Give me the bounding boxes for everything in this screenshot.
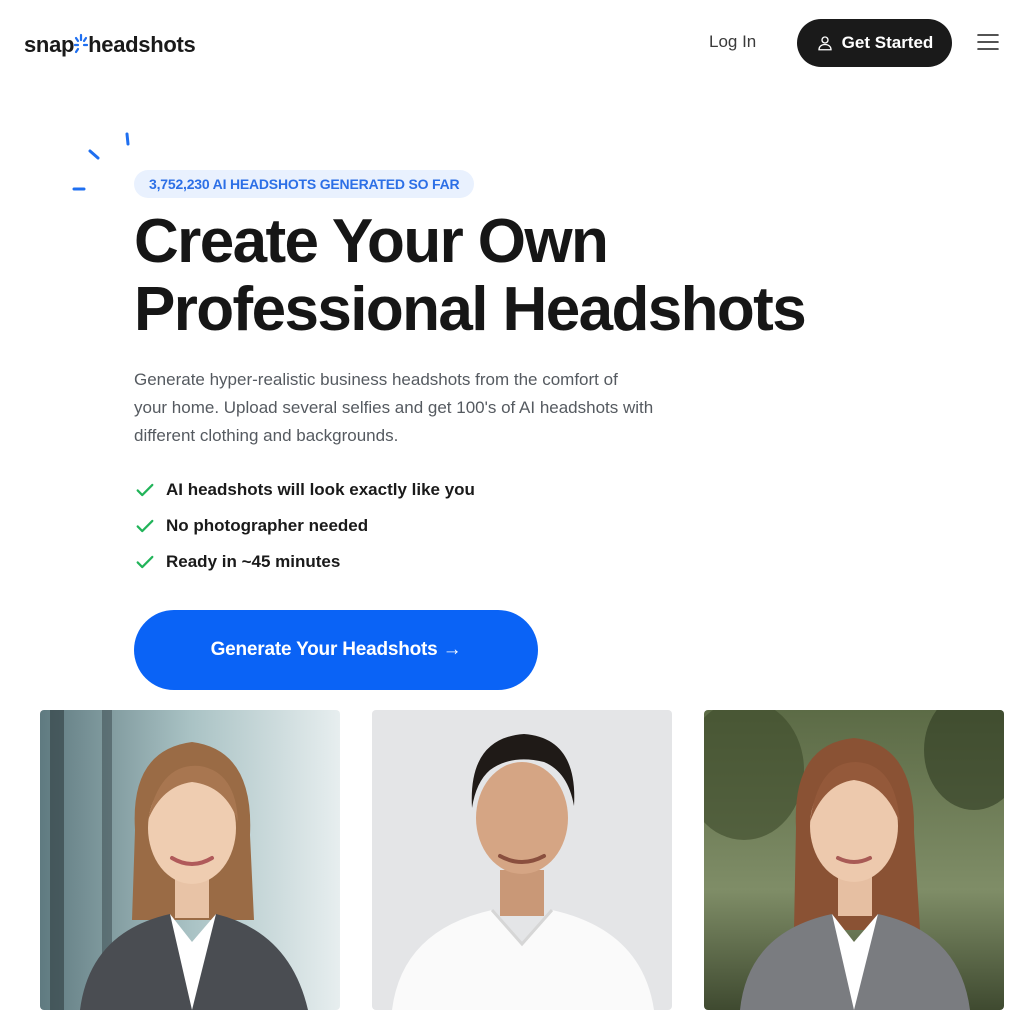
sample-headshot-woman-outdoor [704, 710, 1004, 1010]
page-title: Create Your Own Professional Headshots [134, 208, 894, 344]
decorative-sparks-icon [72, 132, 130, 191]
logo-text-headshots: headshots [88, 32, 196, 57]
site-header: snap headshots Log In Get Started [0, 0, 1024, 86]
sample-headshot-woman-office [40, 710, 340, 1010]
logo-spark-icon [74, 32, 89, 58]
feature-list: AI headshots will look exactly like you … [134, 472, 475, 580]
generate-headshots-button[interactable]: Generate Your Headshots → [134, 610, 538, 690]
feature-item: AI headshots will look exactly like you [134, 472, 475, 508]
user-icon [817, 36, 832, 51]
generated-count-badge: 3,752,230 AI HEADSHOTS GENERATED SO FAR [134, 170, 475, 198]
feature-text: No photographer needed [166, 516, 369, 535]
feature-item: No photographer needed [134, 508, 475, 544]
login-link[interactable]: Log In [709, 32, 756, 52]
sample-headshot-man-studio [372, 710, 672, 1010]
hamburger-menu-icon[interactable] [976, 30, 1000, 54]
title-line-1: Create Your Own [134, 207, 609, 276]
get-started-button[interactable]: Get Started [797, 19, 952, 67]
logo[interactable]: snap headshots [24, 28, 196, 58]
hero-subtitle: Generate hyper-realistic business headsh… [134, 370, 654, 445]
feature-text: Ready in ~45 minutes [166, 552, 341, 571]
check-icon [134, 515, 156, 537]
get-started-label: Get Started [841, 33, 934, 52]
check-icon [134, 479, 156, 501]
feature-text: AI headshots will look exactly like you [166, 480, 475, 499]
logo-text-snap: snap [24, 32, 75, 57]
feature-item: Ready in ~45 minutes [134, 544, 475, 580]
title-line-2: Professional Headshots [134, 275, 807, 344]
check-icon [134, 551, 156, 573]
